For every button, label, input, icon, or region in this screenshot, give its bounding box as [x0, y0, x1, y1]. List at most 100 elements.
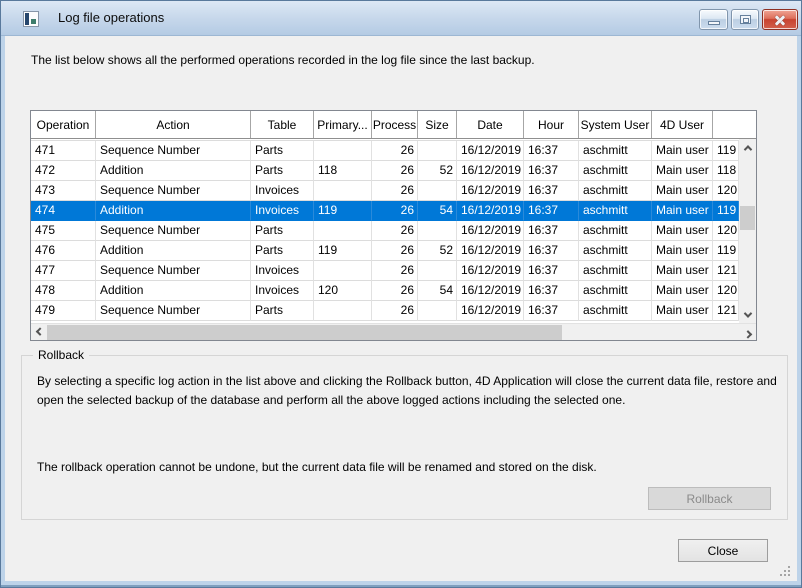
table-cell: 16:37 — [524, 141, 579, 161]
table-cell: aschmitt — [579, 281, 652, 301]
table-cell: aschmitt — [579, 161, 652, 181]
table-cell — [418, 221, 457, 241]
scroll-right-button[interactable] — [739, 324, 756, 341]
minimize-icon — [708, 21, 720, 25]
vertical-scrollbar-thumb[interactable] — [740, 206, 755, 230]
table-row[interactable]: 472AdditionParts118265216/12/201916:37as… — [31, 161, 756, 181]
table-cell: 16/12/2019 — [457, 281, 524, 301]
listbox-rows: 471Sequence NumberParts2616/12/201916:37… — [31, 141, 756, 321]
table-cell: Main user — [652, 281, 713, 301]
table-cell: 121 — [713, 301, 739, 321]
table-row[interactable]: 471Sequence NumberParts2616/12/201916:37… — [31, 141, 756, 161]
column-header-process[interactable]: Process — [372, 111, 418, 138]
titlebar[interactable]: Log file operations — [1, 1, 801, 36]
column-header-action[interactable]: Action — [96, 111, 251, 138]
maximize-button[interactable] — [731, 9, 759, 30]
column-header-4d-user[interactable]: 4D User — [652, 111, 713, 138]
column-header-date[interactable]: Date — [457, 111, 524, 138]
table-row[interactable]: 477Sequence NumberInvoices2616/12/201916… — [31, 261, 756, 281]
table-cell: 120 — [713, 181, 739, 201]
table-cell: Main user — [652, 201, 713, 221]
table-cell: 16:37 — [524, 281, 579, 301]
table-cell — [314, 301, 372, 321]
table-cell: 474 — [31, 201, 96, 221]
table-cell: 26 — [372, 261, 418, 281]
table-cell: 52 — [418, 241, 457, 261]
window-frame-left — [1, 36, 5, 587]
scroll-up-button[interactable] — [739, 139, 756, 156]
table-cell: Parts — [251, 301, 314, 321]
table-cell: 16/12/2019 — [457, 181, 524, 201]
table-cell: aschmitt — [579, 221, 652, 241]
table-cell: Main user — [652, 161, 713, 181]
table-cell: 16/12/2019 — [457, 201, 524, 221]
table-cell: Invoices — [251, 281, 314, 301]
table-cell: 16/12/2019 — [457, 161, 524, 181]
close-button[interactable]: Close — [678, 539, 768, 562]
table-cell: 54 — [418, 201, 457, 221]
table-row[interactable]: 478AdditionInvoices120265416/12/201916:3… — [31, 281, 756, 301]
rollback-group-label: Rollback — [33, 348, 89, 362]
table-cell — [418, 141, 457, 161]
table-row[interactable]: 479Sequence NumberParts2616/12/201916:37… — [31, 301, 756, 321]
table-cell: 118 ; — [713, 161, 739, 181]
minimize-button[interactable] — [699, 9, 728, 30]
table-cell: 476 — [31, 241, 96, 261]
table-cell: aschmitt — [579, 261, 652, 281]
table-cell: 52 — [418, 161, 457, 181]
vertical-scrollbar[interactable] — [739, 139, 756, 323]
horizontal-scrollbar-thumb[interactable] — [47, 325, 562, 340]
table-cell: 471 — [31, 141, 96, 161]
column-header-hour[interactable]: Hour — [524, 111, 579, 138]
column-header-primary[interactable]: Primary... — [314, 111, 372, 138]
table-cell: 16:37 — [524, 301, 579, 321]
table-cell: Addition — [96, 201, 251, 221]
table-cell: 16/12/2019 — [457, 261, 524, 281]
column-header-operation[interactable]: Operation — [31, 111, 96, 138]
scroll-down-button[interactable] — [739, 306, 756, 323]
table-cell: aschmitt — [579, 181, 652, 201]
table-cell: 26 — [372, 161, 418, 181]
table-cell: 16:37 — [524, 221, 579, 241]
chevron-up-icon — [743, 145, 751, 153]
table-cell: Sequence Number — [96, 221, 251, 241]
resize-grip-icon[interactable] — [780, 566, 792, 578]
rollback-description: By selecting a specific log action in th… — [37, 372, 791, 410]
table-cell: 472 — [31, 161, 96, 181]
table-cell: 26 — [372, 281, 418, 301]
table-cell: Parts — [251, 221, 314, 241]
window-title: Log file operations — [58, 10, 164, 25]
scroll-left-button[interactable] — [31, 324, 48, 341]
column-header-size[interactable]: Size — [418, 111, 457, 138]
table-cell: 478 — [31, 281, 96, 301]
table-cell: 26 — [372, 201, 418, 221]
table-cell: 120 — [314, 281, 372, 301]
table-cell: 477 — [31, 261, 96, 281]
table-cell: Addition — [96, 161, 251, 181]
table-cell: Main user — [652, 141, 713, 161]
column-header-blank[interactable] — [713, 111, 756, 138]
window-frame-right — [797, 36, 801, 587]
horizontal-scrollbar[interactable] — [31, 323, 756, 340]
rollback-button[interactable]: Rollback — [648, 487, 771, 510]
table-cell: 479 — [31, 301, 96, 321]
table-cell — [314, 261, 372, 281]
table-cell: 26 — [372, 141, 418, 161]
table-cell: aschmitt — [579, 301, 652, 321]
table-row[interactable]: 475Sequence NumberParts2616/12/201916:37… — [31, 221, 756, 241]
table-cell: Sequence Number — [96, 141, 251, 161]
close-window-button[interactable] — [762, 9, 798, 30]
column-header-system-user[interactable]: System User — [579, 111, 652, 138]
table-cell: 26 — [372, 241, 418, 261]
table-cell: 26 — [372, 301, 418, 321]
column-header-table[interactable]: Table — [251, 111, 314, 138]
rollback-groupbox: Rollback By selecting a specific log act… — [21, 355, 788, 520]
table-row[interactable]: 476AdditionParts119265216/12/201916:37as… — [31, 241, 756, 261]
table-row[interactable]: 474AdditionInvoices119265416/12/201916:3… — [31, 201, 756, 221]
table-cell: 120 — [713, 221, 739, 241]
table-row[interactable]: 473Sequence NumberInvoices2616/12/201916… — [31, 181, 756, 201]
table-cell — [418, 301, 457, 321]
table-cell: Main user — [652, 261, 713, 281]
table-cell: Invoices — [251, 201, 314, 221]
table-cell: 16:37 — [524, 161, 579, 181]
